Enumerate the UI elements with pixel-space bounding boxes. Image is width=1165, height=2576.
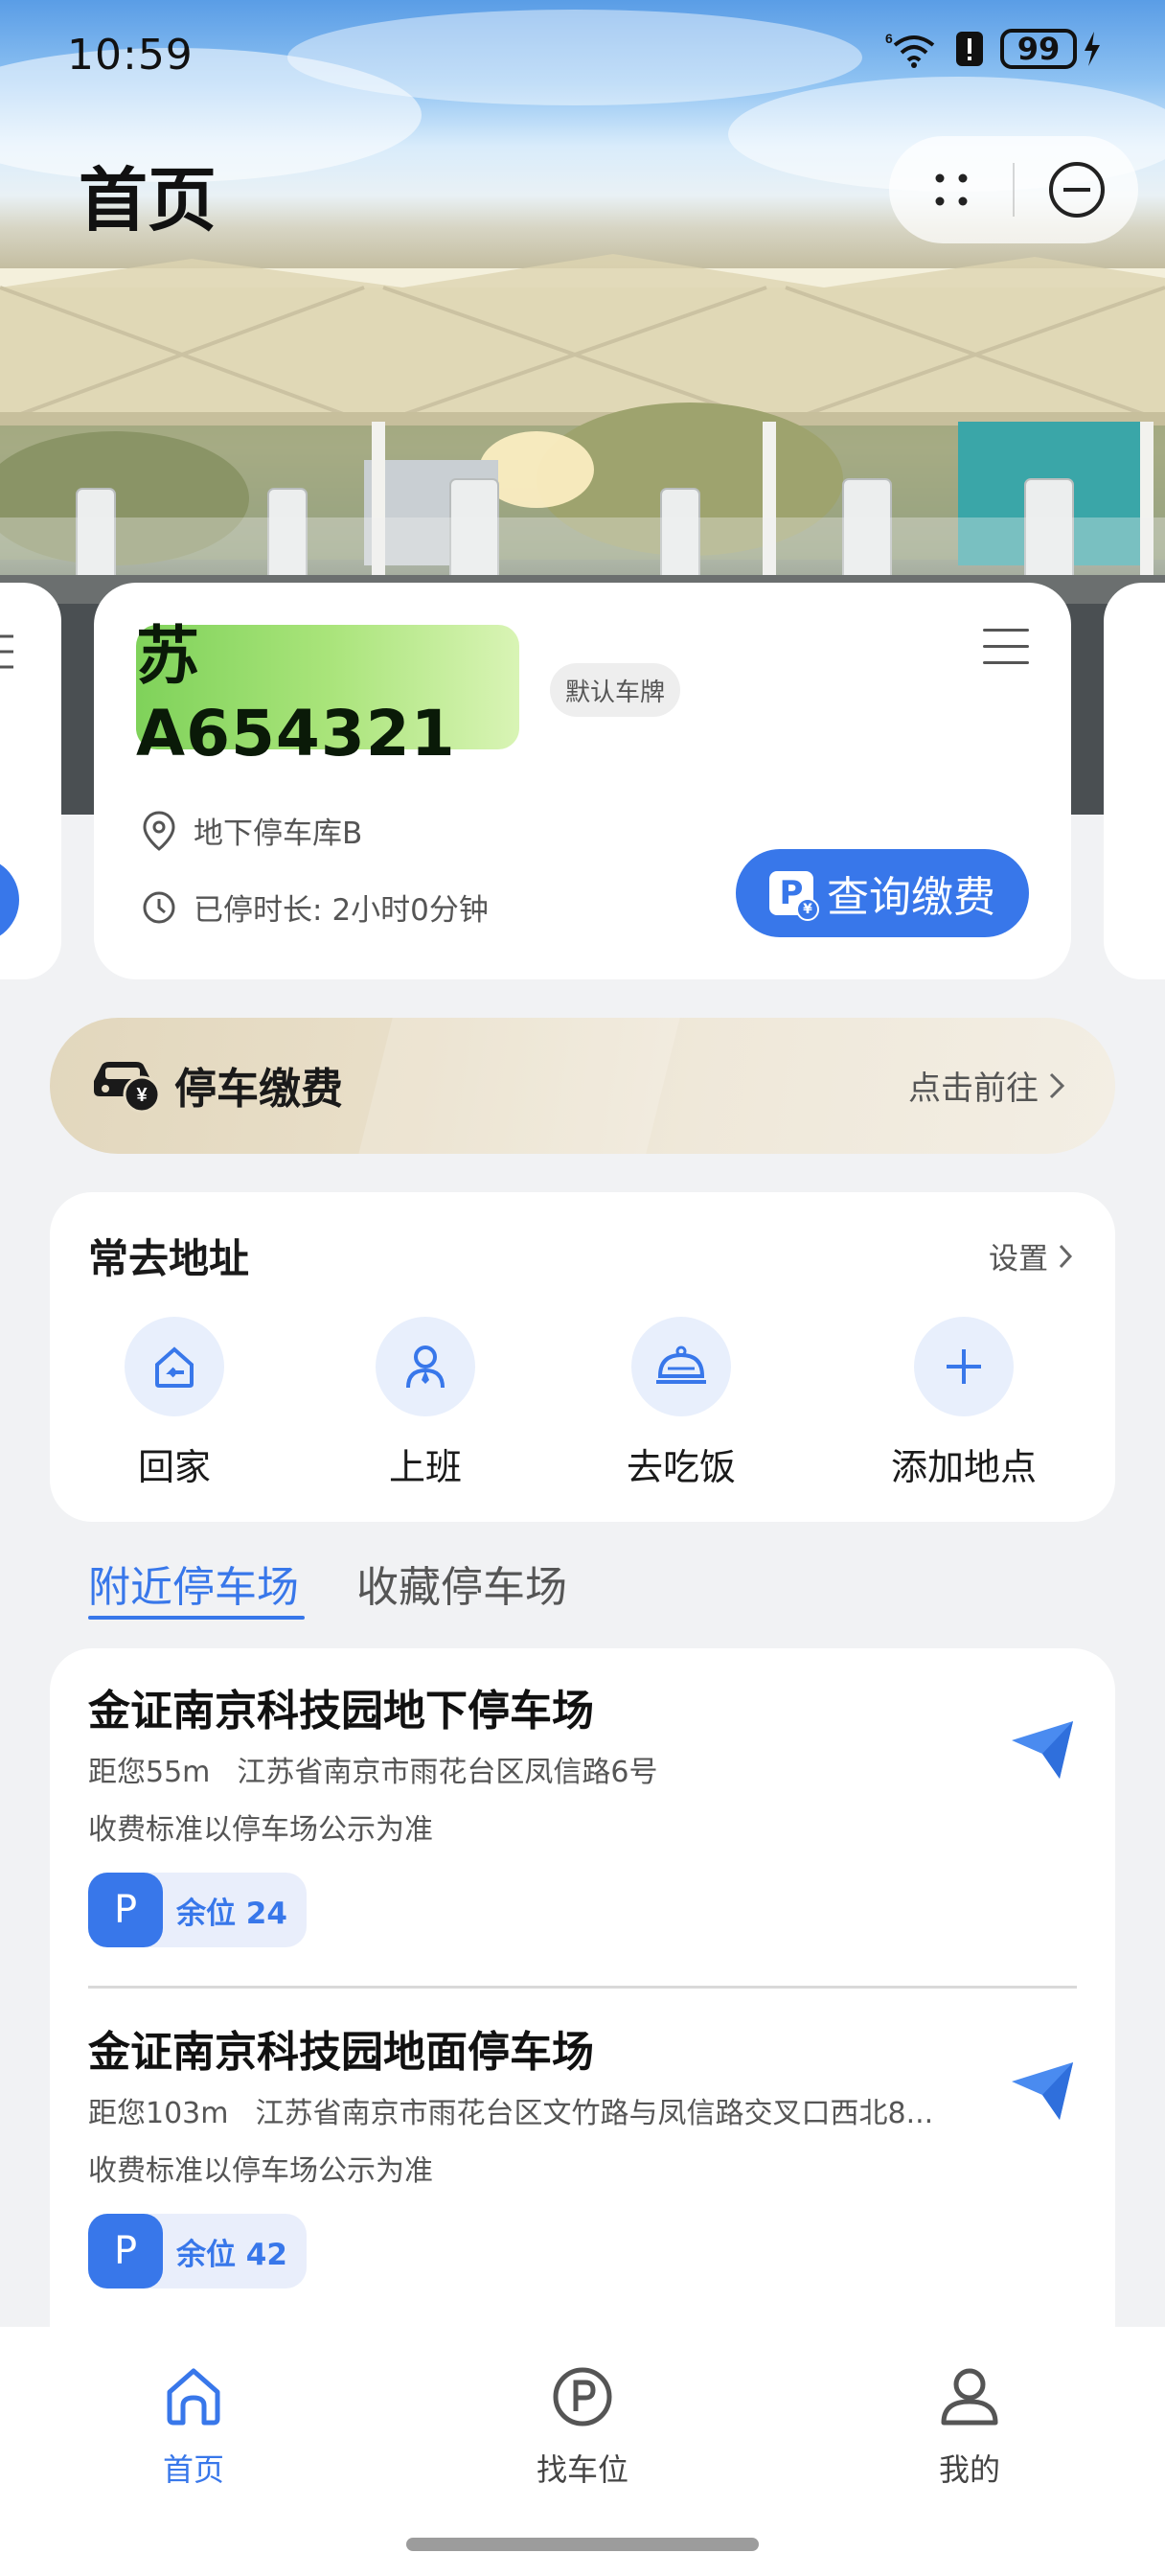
chevron-right-icon (1049, 1072, 1065, 1098)
duration-label: 已停时长: (194, 893, 323, 928)
parking-duration-row: 已停时长: 2小时0分钟 (142, 886, 489, 929)
address-label: 添加地点 (890, 1446, 1037, 1488)
query-pay-label: 查询缴费 (827, 873, 995, 922)
frequent-addresses-card: 常去地址 设置 回家 上班 去吃饭 添加地点 (50, 1192, 1115, 1522)
chevron-right-icon (1059, 1244, 1073, 1268)
nav-home[interactable]: 首页 (98, 2365, 289, 2490)
parking-lot-name: 金证南京科技园地面停车场 (88, 2028, 594, 2077)
svg-text:¥: ¥ (136, 1085, 148, 1106)
duration-value: 2小时0分钟 (331, 893, 489, 928)
query-pay-button[interactable]: P ¥ 查询缴费 (736, 849, 1029, 937)
page-title: 首页 (79, 160, 217, 241)
svg-text:6: 6 (885, 31, 893, 46)
parking-lot-fee-note: 收费标准以停车场公示为准 (88, 1813, 433, 1847)
parking-fee-icon: P ¥ (769, 871, 819, 921)
parking-lot-meta: 距您103m 江苏省南京市雨花台区文竹路与凤信路交叉口西北8... (88, 2089, 1008, 2131)
vehicle-card: 苏A654321 默认车牌 地下停车库B 已停时长: 2小时0分钟 P ¥ 查询缴… (94, 583, 1071, 979)
parking-lot-address: 江苏省南京市雨花台区文竹路与凤信路交叉口西北8... (255, 2097, 934, 2130)
payment-banner-label: 停车缴费 (174, 1065, 343, 1114)
nav-label: 找车位 (536, 2451, 628, 2488)
parking-lot-list: 金证南京科技园地下停车场 距您55m 江苏省南京市雨花台区凤信路6号 收费标准以停… (50, 1648, 1115, 2377)
parking-location: 地下停车库B (194, 816, 363, 851)
navigate-icon[interactable] (1010, 2060, 1077, 2122)
person-icon (941, 2368, 998, 2426)
query-pay-button-partial[interactable] (0, 857, 19, 943)
clock-icon (143, 891, 175, 923)
frequent-addresses-title: 常去地址 (88, 1235, 250, 1282)
worker-icon (376, 1317, 475, 1416)
nav-find-parking[interactable]: 找车位 (487, 2365, 678, 2490)
address-label: 回家 (137, 1446, 211, 1488)
parking-lot-item[interactable]: 金证南京科技园地面停车场 距您103m 江苏省南京市雨花台区文竹路与凤信路交叉口西… (88, 2024, 1077, 2288)
close-button[interactable] (1015, 136, 1138, 243)
wifi-icon: 6 (885, 31, 935, 68)
home-indicator[interactable] (406, 2538, 759, 2551)
plus-icon (914, 1317, 1014, 1416)
available-spots-badge: P 余位 24 (88, 1873, 307, 1947)
parking-icon (553, 2367, 612, 2426)
parking-lot-item[interactable]: 金证南京科技园地下停车场 距您55m 江苏省南京市雨花台区凤信路6号 收费标准以停… (88, 1683, 1077, 1947)
home-icon (167, 2368, 220, 2426)
parking-lot-distance: 距您103m (88, 2097, 229, 2130)
parking-p-icon: P (88, 2214, 163, 2288)
available-spots-badge: P 余位 42 (88, 2214, 307, 2288)
location-pin-icon (143, 810, 175, 851)
address-work[interactable]: 上班 (330, 1317, 521, 1490)
alert-icon (956, 32, 983, 66)
battery-level: 99 (1000, 29, 1077, 69)
menu-icon (0, 634, 13, 669)
more-button[interactable] (889, 136, 1013, 243)
status-time: 10:59 (67, 31, 194, 80)
parking-payment-banner[interactable]: ¥ 停车缴费 点击前往 (50, 1018, 1115, 1154)
license-plate: 苏A654321 (136, 619, 519, 770)
parking-lot-fee-note: 收费标准以停车场公示为准 (88, 2154, 433, 2188)
available-spots: 余位 24 (176, 1896, 287, 1931)
navigate-icon[interactable] (1010, 1719, 1077, 1781)
parking-lot-meta: 距您55m 江苏省南京市雨花台区凤信路6号 (88, 1748, 1008, 1790)
list-divider (88, 1986, 1077, 1989)
previous-vehicle-card[interactable] (0, 583, 61, 979)
address-home[interactable]: 回家 (79, 1317, 270, 1490)
tab-active-indicator (88, 1616, 305, 1620)
home-return-icon (125, 1317, 224, 1416)
address-add[interactable]: 添加地点 (868, 1317, 1060, 1490)
tab-favorite-parking[interactable]: 收藏停车场 (356, 1552, 567, 1614)
car-payment-icon: ¥ (94, 1062, 161, 1114)
parking-p-icon: P (88, 1873, 163, 1947)
address-label: 去吃饭 (626, 1446, 736, 1488)
dining-cloche-icon (631, 1317, 731, 1416)
payment-banner-action[interactable]: 点击前往 (908, 1062, 1065, 1109)
status-icons: 6 99 (885, 29, 1102, 69)
minus-circle-icon (1048, 162, 1105, 218)
battery-indicator: 99 (1000, 29, 1102, 69)
nav-mine[interactable]: 我的 (874, 2365, 1065, 2490)
parking-lot-name: 金证南京科技园地下停车场 (88, 1687, 594, 1736)
charging-bolt-icon (1085, 32, 1100, 66)
parking-location-row: 地下停车库B (142, 809, 362, 852)
nav-label: 首页 (162, 2451, 224, 2488)
address-dining[interactable]: 去吃饭 (585, 1317, 777, 1490)
parking-lot-distance: 距您55m (88, 1756, 211, 1789)
settings-label: 设置 (989, 1242, 1048, 1276)
default-plate-badge: 默认车牌 (550, 663, 681, 717)
next-vehicle-card[interactable] (1104, 583, 1165, 979)
four-dots-icon (935, 173, 967, 206)
tab-nearby-parking[interactable]: 附近停车场 (88, 1552, 299, 1614)
go-label: 点击前往 (908, 1070, 1039, 1108)
vehicle-menu-button[interactable] (983, 629, 1029, 667)
address-label: 上班 (388, 1446, 462, 1488)
mini-program-capsule (889, 136, 1138, 243)
addresses-settings-link[interactable]: 设置 (989, 1234, 1073, 1277)
available-spots: 余位 42 (176, 2237, 287, 2272)
parking-lot-address: 江苏省南京市雨花台区凤信路6号 (237, 1756, 658, 1789)
nav-label: 我的 (938, 2451, 1000, 2488)
